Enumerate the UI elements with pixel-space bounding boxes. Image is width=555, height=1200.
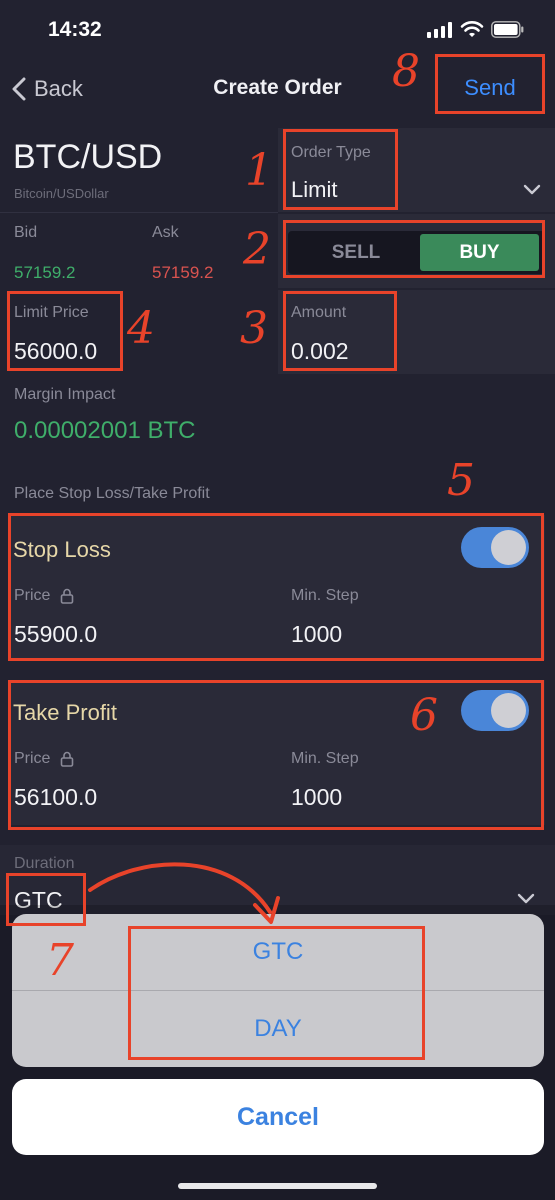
annotation-number: 4 [127,303,155,354]
annotation-number: 3 [240,303,268,354]
annotation-number: 8 [392,46,420,97]
annotation-number: 7 [46,935,74,986]
screen: 14:32 Back Create Order Send BTC/USD Bit… [0,0,555,1200]
annotation-number: 6 [410,690,438,741]
annotation-number: 5 [447,455,475,506]
annotation-number: 2 [243,224,271,275]
annotation-number: 1 [245,145,273,196]
annotation-arrow [88,862,280,924]
